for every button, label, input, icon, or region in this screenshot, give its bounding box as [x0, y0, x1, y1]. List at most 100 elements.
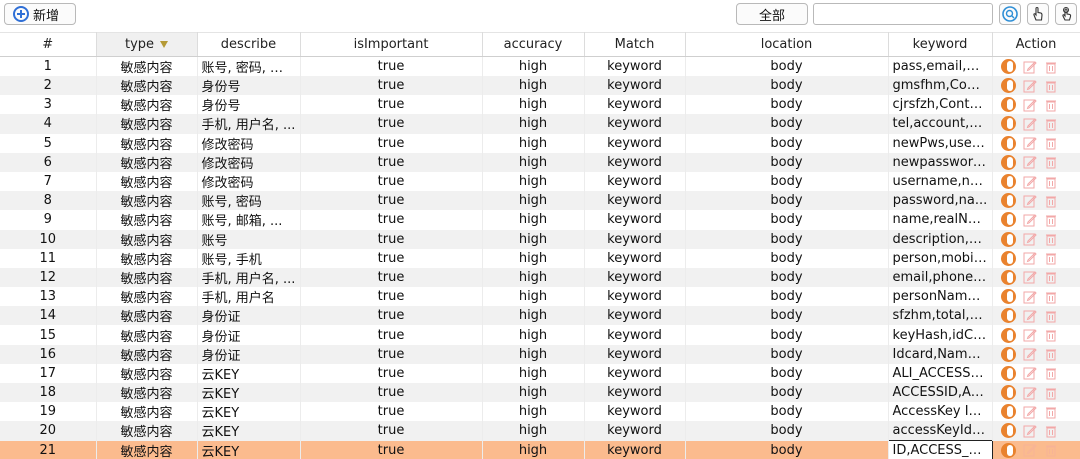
cell-describe[interactable]: 账号, 密码: [197, 191, 301, 211]
delete-icon[interactable]: [1044, 443, 1058, 457]
cell-accuracy[interactable]: high: [482, 440, 585, 459]
cell-location[interactable]: body: [685, 402, 889, 422]
cell-index[interactable]: 16: [0, 344, 97, 364]
cell-location[interactable]: body: [685, 76, 889, 96]
cell-isimportant[interactable]: true: [300, 325, 483, 345]
cell-location[interactable]: body: [685, 229, 889, 249]
cell-keyword[interactable]: cjrsfzh,Conten...: [888, 95, 993, 115]
cell-location[interactable]: body: [685, 248, 889, 268]
cell-accuracy[interactable]: high: [482, 133, 585, 153]
cell-keyword[interactable]: Idcard,Name,i...: [888, 344, 993, 364]
cell-accuracy[interactable]: high: [482, 114, 585, 134]
table-row[interactable]: 12 敏感内容 手机, 用户名, ... true high keyword body ema…: [0, 267, 1080, 288]
cell-describe[interactable]: 身份证: [197, 306, 301, 326]
table-row[interactable]: 4 敏感内容 手机, 用户名, ... true high keyword body tel,…: [0, 114, 1080, 134]
cell-describe[interactable]: 身份证: [197, 344, 301, 364]
edit-icon[interactable]: [1023, 270, 1037, 284]
table-row[interactable]: 10 敏感内容 账号 true high keyword body description,n…: [0, 229, 1080, 249]
cell-location[interactable]: body: [685, 287, 889, 307]
cell-keyword[interactable]: description,na...: [888, 229, 993, 249]
toggle-icon[interactable]: [1000, 327, 1016, 343]
cell-isimportant[interactable]: true: [300, 133, 483, 153]
cell-describe[interactable]: 修改密码: [197, 152, 301, 172]
cell-accuracy[interactable]: high: [482, 344, 585, 364]
cell-index[interactable]: 10: [0, 229, 97, 249]
cell-accuracy[interactable]: high: [482, 171, 585, 192]
table-row[interactable]: 5 敏感内容 修改密码 true high keyword body newPws,user.…: [0, 133, 1080, 153]
cell-type[interactable]: 敏感内容: [96, 114, 198, 134]
toggle-icon[interactable]: [1000, 135, 1016, 151]
cell-type[interactable]: 敏感内容: [96, 402, 198, 422]
cell-describe[interactable]: 云KEY: [197, 363, 301, 383]
cell-accuracy[interactable]: high: [482, 421, 585, 441]
cell-describe[interactable]: 手机, 用户名, ...: [197, 114, 301, 134]
cell-match[interactable]: keyword: [584, 76, 686, 96]
delete-icon[interactable]: [1044, 290, 1058, 304]
search-button[interactable]: [999, 3, 1021, 25]
edit-icon[interactable]: [1023, 366, 1037, 380]
cell-accuracy[interactable]: high: [482, 76, 585, 96]
cell-describe[interactable]: 账号: [197, 229, 301, 249]
cell-isimportant[interactable]: true: [300, 210, 483, 230]
cell-keyword[interactable]: personName,...: [888, 287, 993, 307]
cell-type[interactable]: 敏感内容: [96, 191, 198, 211]
cell-index[interactable]: 14: [0, 306, 97, 326]
edit-icon[interactable]: [1023, 194, 1037, 208]
table-row[interactable]: 7 敏感内容 修改密码 true high keyword body username,new…: [0, 171, 1080, 192]
cell-describe[interactable]: 手机, 用户名, ...: [197, 267, 301, 288]
edit-icon[interactable]: [1023, 347, 1037, 361]
cell-isimportant[interactable]: true: [300, 114, 483, 134]
edit-icon[interactable]: [1023, 443, 1037, 457]
cell-keyword[interactable]: pass,email,us...: [888, 56, 993, 76]
cell-isimportant[interactable]: true: [300, 363, 483, 383]
delete-icon[interactable]: [1044, 405, 1058, 419]
cell-describe[interactable]: 账号, 邮箱, ...: [197, 210, 301, 230]
cell-match[interactable]: keyword: [584, 229, 686, 249]
cell-location[interactable]: body: [685, 152, 889, 172]
toggle-icon[interactable]: [1000, 250, 1016, 266]
edit-icon[interactable]: [1023, 117, 1037, 131]
cell-keyword[interactable]: username,new...: [888, 171, 993, 192]
cell-isimportant[interactable]: true: [300, 76, 483, 96]
cell-match[interactable]: keyword: [584, 306, 686, 326]
cell-location[interactable]: body: [685, 344, 889, 364]
cell-index[interactable]: 19: [0, 402, 97, 422]
cell-index[interactable]: 13: [0, 287, 97, 307]
cell-location[interactable]: body: [685, 56, 889, 76]
cell-keyword[interactable]: tel,account,us...: [888, 114, 993, 134]
delete-icon[interactable]: [1044, 60, 1058, 74]
col-header-index[interactable]: #: [0, 32, 97, 57]
cell-match[interactable]: keyword: [584, 363, 686, 383]
cell-location[interactable]: body: [685, 95, 889, 115]
edit-icon[interactable]: [1023, 60, 1037, 74]
cell-type[interactable]: 敏感内容: [96, 229, 198, 249]
cell-keyword[interactable]: ACCESSID,AC...: [888, 383, 993, 403]
cell-accuracy[interactable]: high: [482, 191, 585, 211]
cell-type[interactable]: 敏感内容: [96, 267, 198, 288]
cell-type[interactable]: 敏感内容: [96, 325, 198, 345]
cell-accuracy[interactable]: high: [482, 56, 585, 76]
cell-location[interactable]: body: [685, 363, 889, 383]
cell-accuracy[interactable]: high: [482, 363, 585, 383]
cell-type[interactable]: 敏感内容: [96, 440, 198, 459]
cell-location[interactable]: body: [685, 440, 889, 459]
cell-location[interactable]: body: [685, 210, 889, 230]
edit-icon[interactable]: [1023, 328, 1037, 342]
toggle-icon[interactable]: [1000, 308, 1016, 324]
table-row[interactable]: 3 敏感内容 身份号 true high keyword body cjrsfzh,Conte…: [0, 95, 1080, 115]
cell-index[interactable]: 12: [0, 267, 97, 288]
edit-icon[interactable]: [1023, 309, 1037, 323]
cell-isimportant[interactable]: true: [300, 152, 483, 172]
delete-icon[interactable]: [1044, 309, 1058, 323]
toggle-icon[interactable]: [1000, 404, 1016, 420]
edit-icon[interactable]: [1023, 290, 1037, 304]
cell-match[interactable]: keyword: [584, 287, 686, 307]
table-row[interactable]: 9 敏感内容 账号, 邮箱, ... true high keyword body name,…: [0, 210, 1080, 230]
cell-describe[interactable]: 身份号: [197, 76, 301, 96]
toggle-icon[interactable]: [1000, 289, 1016, 305]
edit-icon[interactable]: [1023, 79, 1037, 93]
table-row[interactable]: 6 敏感内容 修改密码 true high keyword body newpassword.…: [0, 152, 1080, 172]
cell-keyword[interactable]: ALI_ACCESS_I...: [888, 363, 993, 383]
toggle-icon[interactable]: [1000, 78, 1016, 94]
cell-describe[interactable]: 云KEY: [197, 402, 301, 422]
